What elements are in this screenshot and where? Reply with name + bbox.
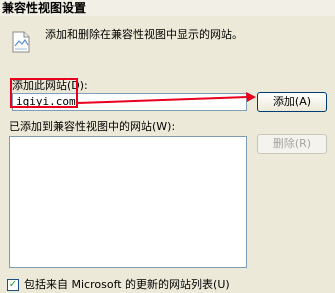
added-sites-label: 已添加到兼容性视图中的网站(W): <box>9 120 176 133</box>
microsoft-list-label[interactable]: 包括来自 Microsoft 的更新的网站列表(U) <box>24 277 230 293</box>
remove-button[interactable]: 删除(R) <box>257 134 327 154</box>
microsoft-list-checkbox[interactable]: ✓ <box>7 279 19 291</box>
added-sites-list[interactable] <box>9 136 247 268</box>
document-icon <box>12 31 30 53</box>
window-title: 兼容性视图设置 <box>2 1 87 15</box>
checkmark-icon: ✓ <box>8 279 18 290</box>
description-text: 添加和删除在兼容性视图中显示的网站。 <box>45 28 243 41</box>
add-button[interactable]: 添加(A) <box>257 92 327 112</box>
annotation-highlight-box <box>10 78 78 108</box>
title-bar: 兼容性视图设置 <box>0 0 335 16</box>
